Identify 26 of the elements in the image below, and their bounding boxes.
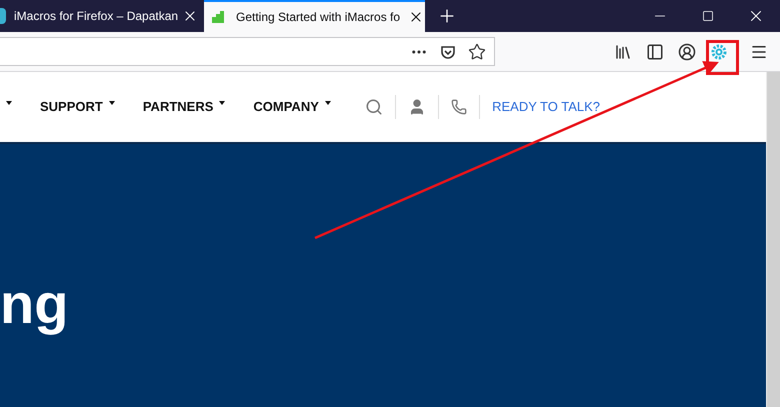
tab-logo-icon — [0, 8, 6, 24]
caret-icon — [108, 101, 115, 105]
nav-link[interactable]: SUPPORT — [40, 97, 103, 117]
browser-tab[interactable]: iMacros for Firefox – Dapatkan — [0, 0, 200, 32]
tab-title: Getting Started with iMacros fo — [236, 9, 400, 26]
gear-icon[interactable] — [710, 42, 728, 60]
address-field[interactable] — [0, 37, 495, 66]
maximize-icon[interactable] — [702, 10, 714, 22]
account-icon[interactable] — [678, 42, 696, 60]
star-icon[interactable] — [468, 42, 486, 60]
hero-heading: ng — [0, 270, 68, 337]
tab-title: iMacros for Firefox – Dapatkan — [14, 8, 178, 25]
nav-link[interactable]: PARTNERS — [142, 97, 214, 117]
browser-tab[interactable]: Getting Started with iMacros fo — [204, 0, 425, 32]
nav-link[interactable]: COMPANY — [253, 97, 319, 117]
caret-icon — [324, 101, 331, 105]
caret-icon — [219, 101, 226, 105]
highlight-frame — [706, 40, 739, 75]
pocket-icon[interactable] — [440, 44, 456, 60]
phone-icon[interactable] — [451, 99, 468, 115]
tab-logo-icon — [212, 11, 224, 23]
caret-icon — [6, 101, 12, 105]
talk-link[interactable]: READY TO TALK? — [492, 97, 600, 117]
search-icon[interactable] — [365, 98, 384, 116]
sidebar-icon[interactable] — [646, 42, 664, 60]
library-icon[interactable] — [614, 42, 632, 60]
